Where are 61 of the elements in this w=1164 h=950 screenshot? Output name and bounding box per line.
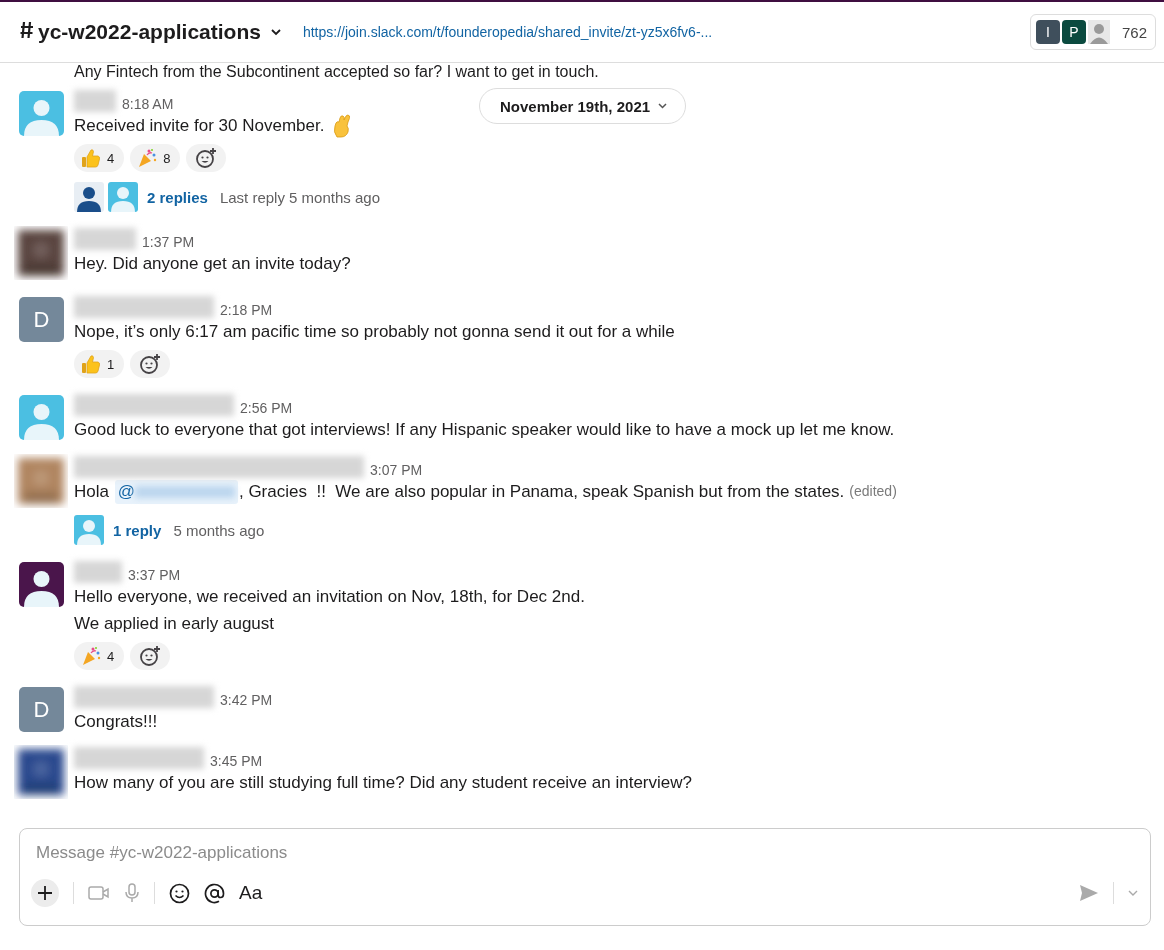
timestamp[interactable]: 3:42 PM [220,692,273,708]
message-text: , Gracies !! We are also popular in Panama, speak Spanish but from the states. [238,481,845,503]
chevron-icon [270,28,281,36]
message-text: Hello everyone, we received an invitation on Nov, 18th, for Dec 2nd. [74,586,585,608]
timestamp[interactable]: 3:07 PM [370,462,423,478]
members-button[interactable]: I P 762 [1029,14,1156,50]
timestamp[interactable]: 2:56 PM [240,400,293,416]
party-popper-icon [137,148,158,168]
add-reaction-button[interactable] [130,642,171,670]
reaction-button[interactable]: 8 [130,144,181,172]
person-icon [1087,20,1110,44]
message-text: Any Fintech from the Subcontinent accepted so far? I want to get in touch. [74,63,599,80]
member-avatar: I [1035,20,1060,44]
redacted-name [74,228,136,250]
member-avatar: P [1061,20,1086,44]
message-text: Hey. Did anyone get an invite today? [74,253,351,275]
timestamp[interactable]: 8:18 AM [122,96,174,112]
avatar[interactable] [19,562,64,607]
reaction-button[interactable]: 1 [74,350,125,378]
message-composer[interactable]: Message #yc-w2022-applications Aa [19,828,1151,926]
add-reaction-button[interactable] [186,144,227,172]
formatting-button[interactable]: Aa [239,882,263,904]
mention-icon[interactable] [204,882,225,904]
add-emoji-icon [195,147,218,169]
message-input[interactable]: Message #yc-w2022-applications [20,829,1150,873]
avatar[interactable]: D [19,297,64,342]
party-popper-icon [81,646,101,666]
timestamp[interactable]: 3:45 PM [210,753,263,769]
last-reply-text: 5 months ago [173,521,265,539]
replies-link[interactable]: 2 replies [147,188,208,206]
replies-link[interactable]: 1 reply [113,521,162,539]
user-mention[interactable]: @ [114,479,238,504]
last-reply-text: Last reply 5 months ago [219,188,380,206]
add-reaction-button[interactable] [130,350,171,378]
add-emoji-icon [139,645,162,667]
invite-link[interactable]: https://join.slack.com/t/founderopedia/shared_invite/zt-yz5x6fv6-... [302,24,713,40]
message-text: Received invite for 30 November. [74,115,326,137]
plus-icon [37,885,53,901]
emoji-icon[interactable] [169,882,190,904]
message-text: Hola [74,481,110,503]
message-text: Nope, it’s only 6:17 am pacific time so probably not gonna send it out for a while [74,321,675,343]
timestamp[interactable]: 3:37 PM [128,567,181,583]
member-count: 762 [1121,23,1147,41]
avatar[interactable]: D [19,687,64,732]
redacted-name [74,561,122,583]
timestamp[interactable]: 2:18 PM [220,302,273,318]
date-divider[interactable]: November 19th, 2021 [479,88,687,124]
reaction-button[interactable]: 4 [74,642,125,670]
chevron-icon [658,103,668,109]
add-button[interactable] [31,879,59,907]
thumbs-up-icon [81,354,101,374]
redacted-name [74,90,116,112]
thumbs-up-icon [81,148,101,168]
message-text: Good luck to everyone that got interviews! If any Hispanic speaker would like to have a mock up let me know. [74,419,895,441]
timestamp[interactable]: 1:37 PM [142,234,195,250]
add-emoji-icon [139,353,162,375]
edited-label: (edited) [849,482,897,501]
message-text: We applied in early august [74,613,275,635]
message-text: How many of you are still studying full time? Did any student receive an interview? [74,772,692,794]
message-text: Congrats!!! [74,711,158,733]
reaction-button[interactable]: 4 [74,144,125,172]
